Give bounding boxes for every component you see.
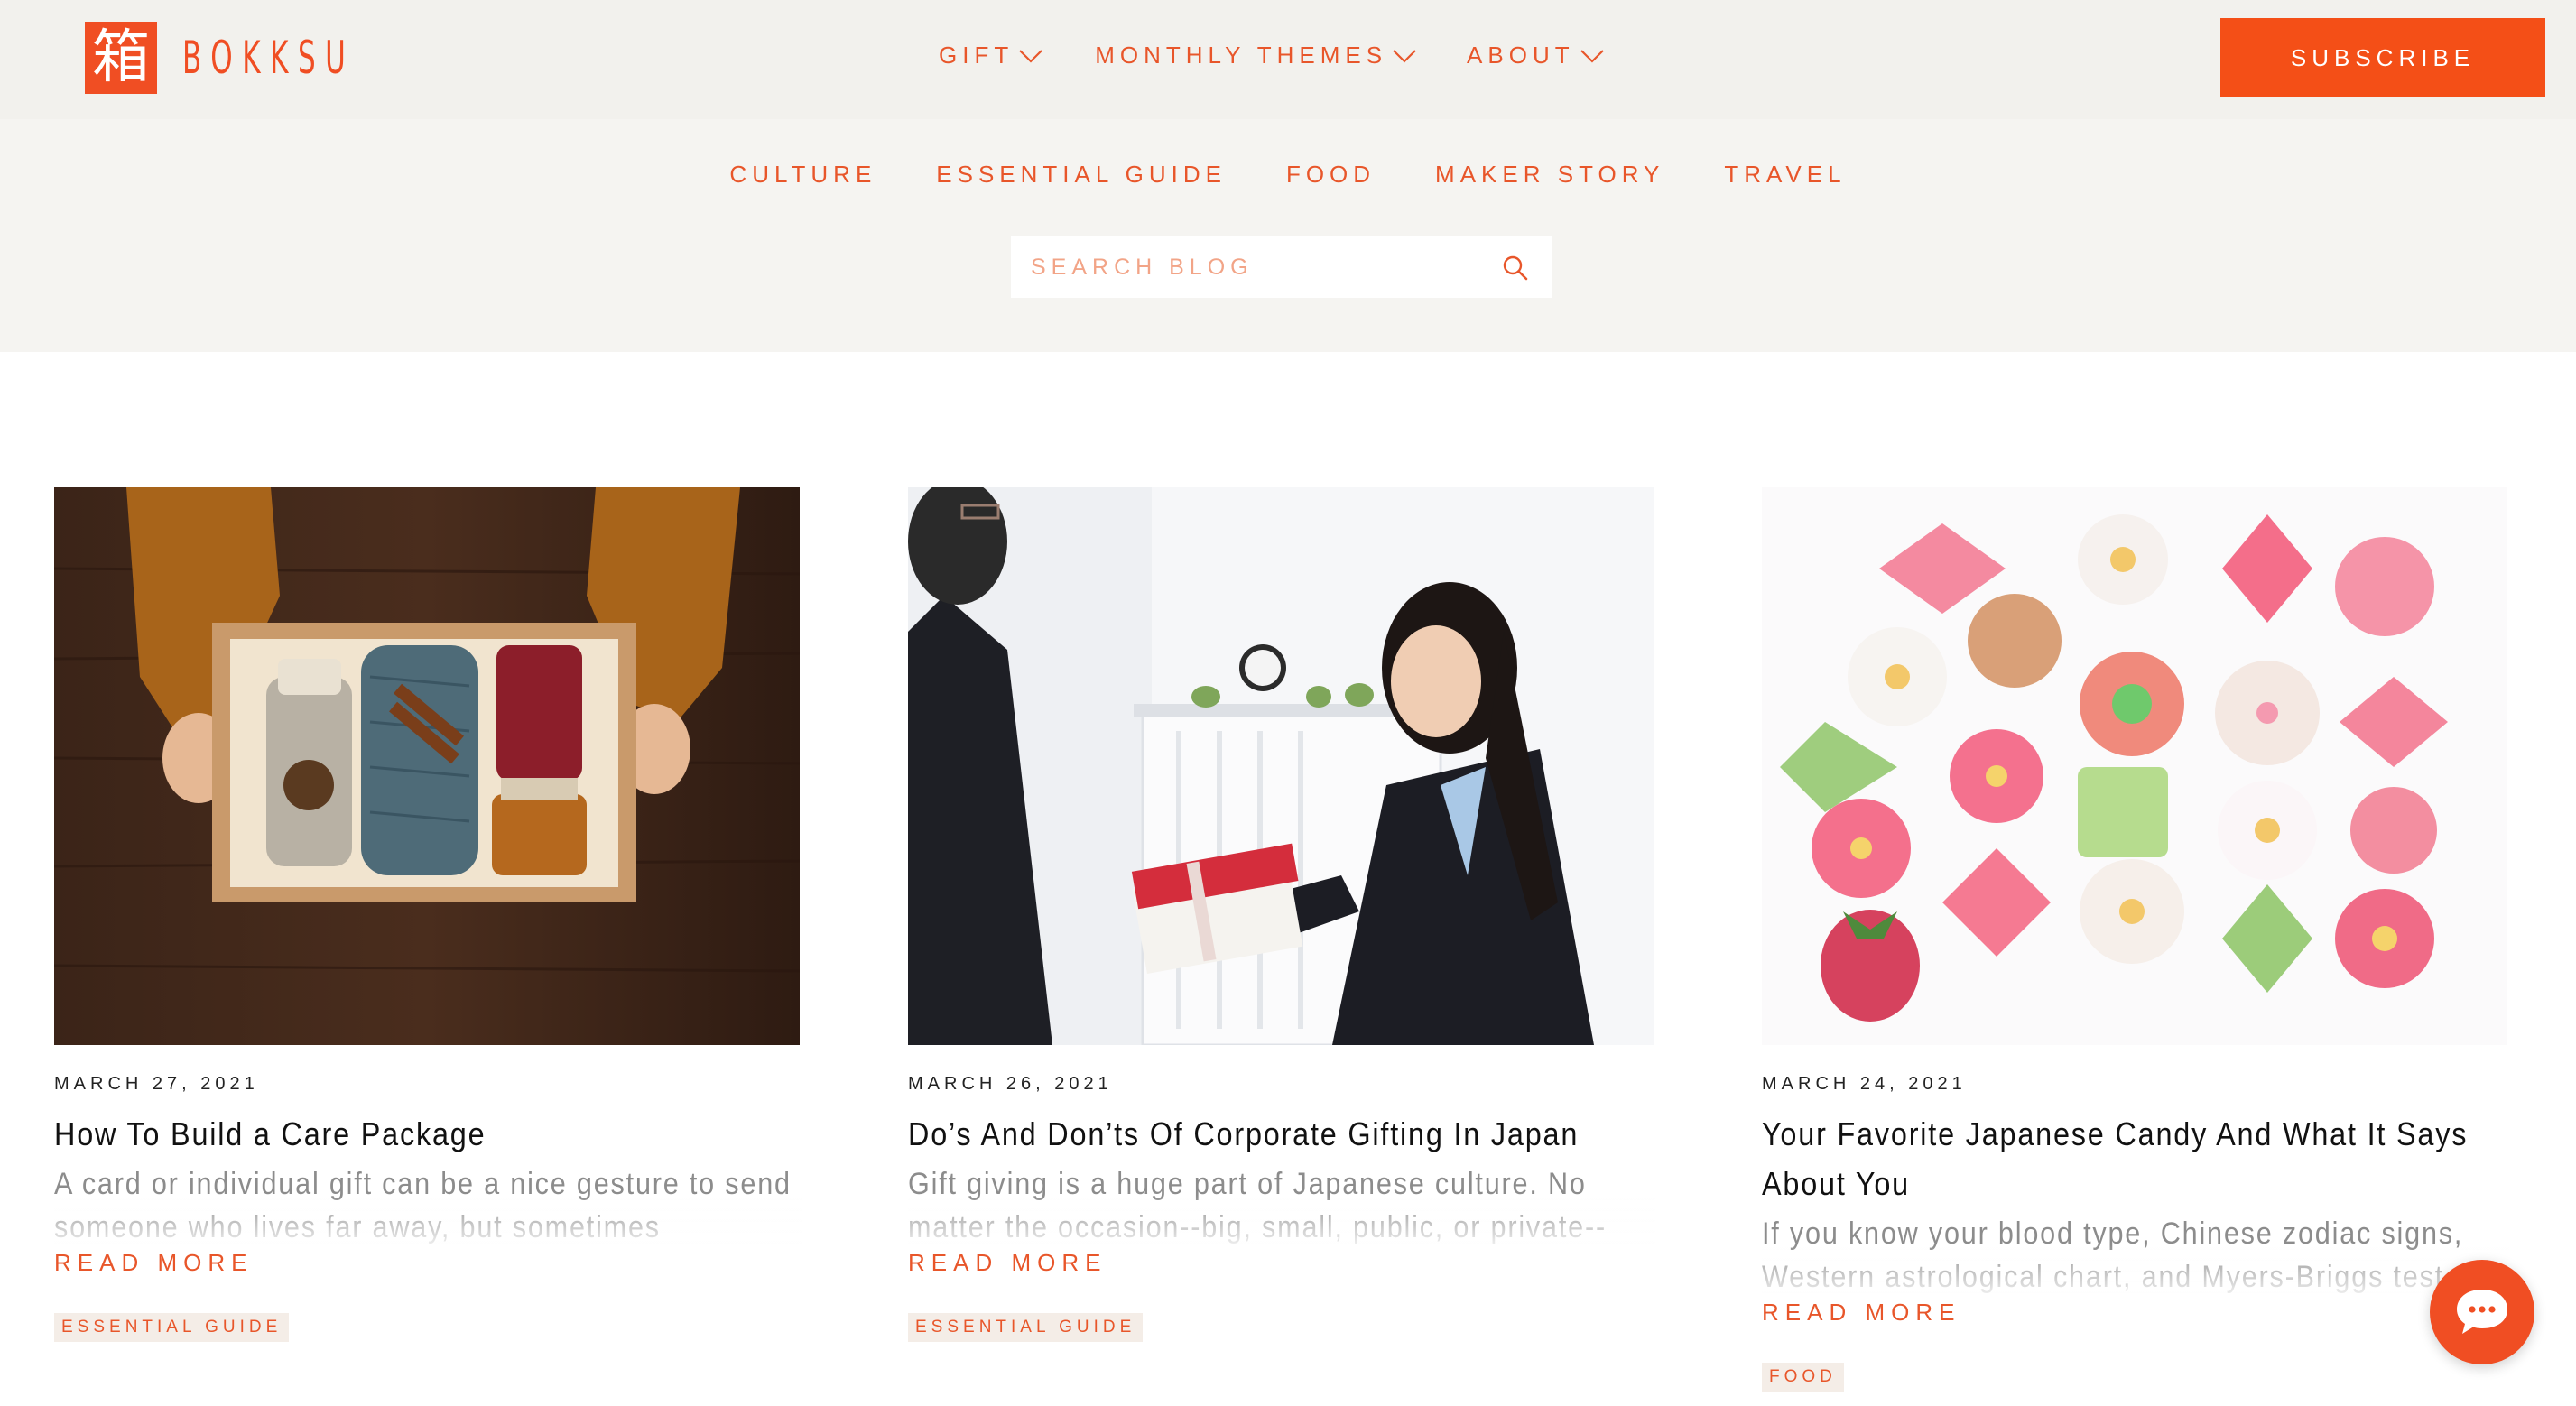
search-input[interactable]	[1011, 236, 1480, 298]
read-more-link[interactable]: READ MORE	[54, 1249, 253, 1277]
nav-gift-label: GIFT	[939, 42, 1015, 69]
category-essential-guide[interactable]: ESSENTIAL GUIDE	[936, 161, 1227, 189]
post-image-japanese-candy[interactable]	[1762, 487, 2507, 1045]
post-image-corporate-gifting[interactable]	[908, 487, 1654, 1045]
logo-wordmark: BOKKSU	[182, 32, 356, 84]
tag-badge[interactable]: ESSENTIAL GUIDE	[908, 1313, 1144, 1342]
bokksu-logo[interactable]: 箱 BOKKSU	[85, 22, 461, 94]
main-nav: GIFT MONTHLY THEMES ABOUT	[939, 42, 1606, 69]
post-card: MARCH 24, 2021 Your Favorite Japanese Ca…	[1762, 487, 2509, 1392]
chevron-down-icon	[1580, 49, 1604, 63]
post-title[interactable]: Do’s And Don’ts Of Corporate Gifting In …	[908, 1109, 1655, 1159]
chat-launcher-button[interactable]	[2430, 1260, 2534, 1364]
post-tags: FOOD	[1762, 1327, 2507, 1392]
post-title[interactable]: Your Favorite Japanese Candy And What It…	[1762, 1109, 2509, 1208]
post-excerpt: A card or individual gift can be a nice …	[54, 1162, 802, 1249]
chat-bubble-icon	[2457, 1290, 2507, 1334]
nav-about-label: ABOUT	[1467, 42, 1575, 69]
blog-search	[1011, 236, 1552, 298]
read-more-link[interactable]: READ MORE	[908, 1249, 1107, 1277]
category-food[interactable]: FOOD	[1286, 161, 1376, 189]
nav-monthly-themes-label: MONTHLY THEMES	[1095, 42, 1388, 69]
post-excerpt: If you know your blood type, Chinese zod…	[1762, 1212, 2509, 1299]
post-tags: ESSENTIAL GUIDE	[54, 1277, 800, 1342]
tag-badge[interactable]: FOOD	[1762, 1363, 1844, 1392]
search-icon[interactable]	[1502, 254, 1529, 282]
site-header: 箱 BOKKSU GIFT MONTHLY THEMES ABOUT SUBSC…	[0, 0, 2576, 119]
chevron-down-icon	[1019, 49, 1042, 63]
subscribe-button[interactable]: SUBSCRIBE	[2220, 18, 2545, 97]
post-date: MARCH 24, 2021	[1762, 1074, 1967, 1094]
post-tags: ESSENTIAL GUIDE	[908, 1277, 1654, 1342]
tag-badge[interactable]: ESSENTIAL GUIDE	[54, 1313, 290, 1342]
chevron-down-icon	[1393, 49, 1416, 63]
post-card: MARCH 26, 2021 Do’s And Don’ts Of Corpor…	[908, 487, 1655, 1342]
read-more-link[interactable]: READ MORE	[1762, 1299, 1960, 1327]
blog-category-band: CULTURE ESSENTIAL GUIDE FOOD MAKER STORY…	[0, 119, 2576, 352]
post-title[interactable]: How To Build a Care Package	[54, 1109, 802, 1159]
nav-monthly-themes[interactable]: MONTHLY THEMES	[1095, 42, 1418, 69]
post-excerpt: Gift giving is a huge part of Japanese c…	[908, 1162, 1655, 1249]
nav-gift[interactable]: GIFT	[939, 42, 1044, 69]
category-culture[interactable]: CULTURE	[729, 161, 876, 189]
logo-mark: 箱	[85, 22, 157, 94]
post-date: MARCH 26, 2021	[908, 1074, 1113, 1094]
post-date: MARCH 27, 2021	[54, 1074, 259, 1094]
nav-about[interactable]: ABOUT	[1467, 42, 1606, 69]
category-nav: CULTURE ESSENTIAL GUIDE FOOD MAKER STORY…	[0, 161, 2576, 189]
post-card: MARCH 27, 2021 How To Build a Care Packa…	[54, 487, 802, 1342]
category-maker-story[interactable]: MAKER STORY	[1435, 161, 1664, 189]
post-image-care-package[interactable]	[54, 487, 800, 1045]
category-travel[interactable]: TRAVEL	[1724, 161, 1846, 189]
